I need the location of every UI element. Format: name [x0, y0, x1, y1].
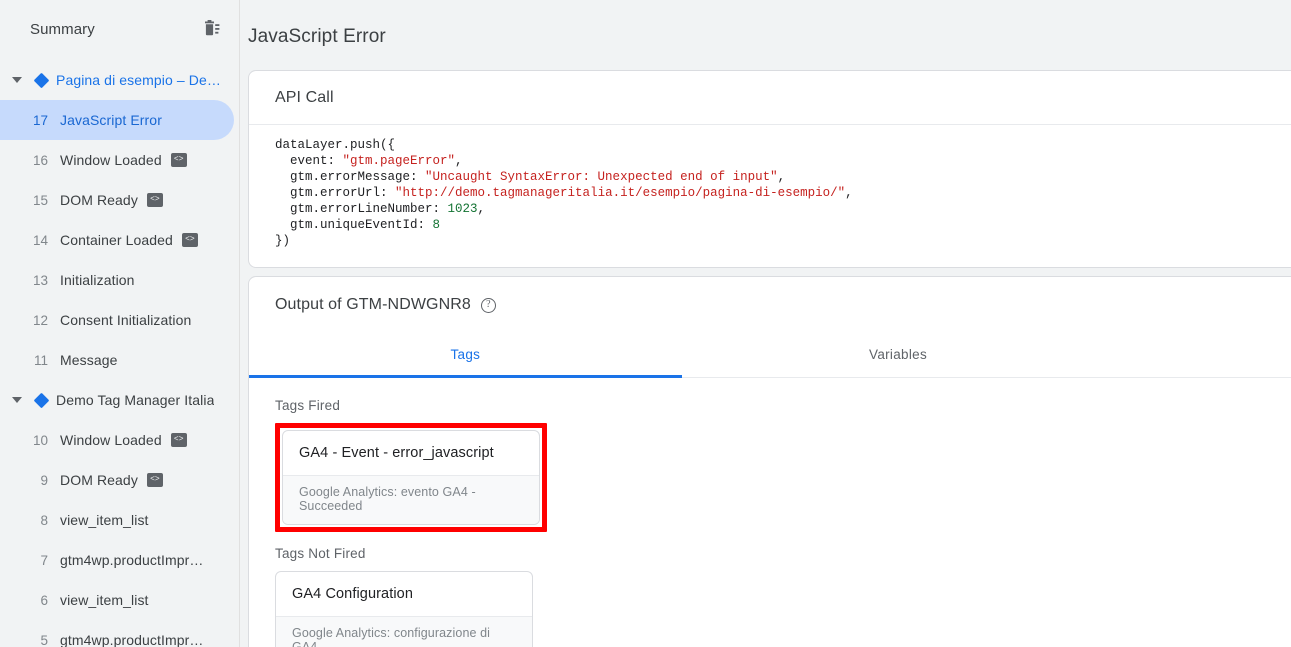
sidebar-item-window-loaded[interactable]: 16 Window Loaded <> [0, 140, 234, 180]
caret-down-icon[interactable] [6, 69, 28, 91]
event-list: Pagina di esempio – De… 17 JavaScript Er… [0, 58, 239, 647]
event-number: 8 [40, 512, 48, 528]
caret-down-icon[interactable] [6, 389, 28, 411]
output-card: Output of GTM-NDWGNR8 ? Tags Variables D… [248, 276, 1291, 647]
api-call-heading: API Call [249, 71, 1291, 125]
tag-status: Google Analytics: evento GA4 - Succeeded [283, 475, 539, 524]
event-number: 6 [40, 592, 48, 608]
code-brackets-icon: <> [146, 193, 163, 207]
diamond-icon [32, 71, 50, 89]
event-label: Initialization [60, 272, 135, 288]
sidebar-item-message[interactable]: 11 Message [0, 340, 234, 380]
event-number: 5 [40, 632, 48, 647]
tab-tags[interactable]: Tags [249, 333, 682, 378]
event-label: JavaScript Error [60, 112, 162, 128]
code-line: gtm.uniqueEventId: 8 [275, 218, 441, 232]
page-title: JavaScript Error [248, 26, 386, 47]
sidebar-item-dom-ready[interactable]: 15 DOM Ready <> [0, 180, 234, 220]
event-number: 12 [32, 312, 48, 328]
output-heading-row: Output of GTM-NDWGNR8 ? [249, 277, 1291, 333]
api-call-code: dataLayer.push({ event: "gtm.pageError",… [249, 125, 1291, 267]
event-label: view_item_list [60, 592, 149, 608]
tag-card-not-fired[interactable]: GA4 Configuration Google Analytics: conf… [275, 571, 533, 647]
event-number: 15 [32, 192, 48, 208]
output-tabs: Tags Variables Data Layer [249, 333, 1291, 378]
event-number: 13 [32, 272, 48, 288]
tags-not-fired-label: Tags Not Fired [275, 546, 366, 561]
code-line: gtm.errorMessage: "Uncaught SyntaxError:… [275, 170, 786, 184]
main-panel: JavaScript Error API Call dataLayer.push… [240, 0, 1291, 647]
sidebar-group-header[interactable]: Demo Tag Manager Italia [0, 380, 239, 420]
cards-container: API Call dataLayer.push({ event: "gtm.pa… [240, 70, 1291, 647]
tag-name: GA4 - Event - error_javascript [299, 445, 494, 461]
diamond-icon [32, 391, 50, 409]
output-heading: Output of GTM-NDWGNR8 [275, 296, 471, 313]
gtm-preview-window: Summary Pagina di esempio – De… 17 JavaS… [0, 0, 1291, 647]
tag-card-fired[interactable]: GA4 - Event - error_javascript Google An… [282, 430, 540, 525]
code-brackets-icon: <> [170, 433, 187, 447]
help-circle-icon[interactable]: ? [480, 297, 496, 313]
code-line: event: "gtm.pageError", [275, 154, 463, 168]
event-number: 7 [40, 552, 48, 568]
tab-variables[interactable]: Variables [682, 333, 1115, 377]
event-label: view_item_list [60, 512, 149, 528]
event-number: 9 [40, 472, 48, 488]
sidebar-header: Summary [0, 0, 239, 58]
sidebar-item-view-item-list[interactable]: 8 view_item_list [0, 500, 234, 540]
event-label: Container Loaded [60, 232, 173, 248]
code-brackets-icon: <> [170, 153, 187, 167]
event-number: 16 [32, 152, 48, 168]
event-label: Window Loaded [60, 432, 162, 448]
event-number: 11 [33, 352, 48, 368]
sidebar-item-dom-ready-2[interactable]: 9 DOM Ready <> [0, 460, 234, 500]
code-brackets-icon: <> [146, 473, 163, 487]
sidebar-item-window-loaded-2[interactable]: 10 Window Loaded <> [0, 420, 234, 460]
api-call-card: API Call dataLayer.push({ event: "gtm.pa… [248, 70, 1291, 268]
tags-tab-panel: Tags Fired GA4 - Event - error_javascrip… [249, 378, 1291, 647]
sidebar-item-javascript-error[interactable]: 17 JavaScript Error [0, 100, 234, 140]
event-label: gtm4wp.productImpres… [60, 552, 210, 568]
code-line: dataLayer.push({ [275, 138, 396, 152]
sidebar-item-consent-initialization[interactable]: 12 Consent Initialization [0, 300, 234, 340]
event-number: 17 [32, 112, 48, 128]
event-label: gtm4wp.productImpres… [60, 632, 210, 647]
event-label: DOM Ready [60, 472, 138, 488]
sidebar-item-container-loaded[interactable]: 14 Container Loaded <> [0, 220, 234, 260]
code-line: gtm.errorLineNumber: 1023, [275, 202, 486, 216]
tags-fired-label: Tags Fired [275, 398, 341, 413]
summary-sidebar: Summary Pagina di esempio – De… 17 JavaS… [0, 0, 240, 647]
sidebar-item-view-item-list-2[interactable]: 6 view_item_list [0, 580, 234, 620]
event-label: Consent Initialization [60, 312, 192, 328]
event-label: Message [60, 352, 118, 368]
sidebar-item-initialization[interactable]: 13 Initialization [0, 260, 234, 300]
code-line: gtm.errorUrl: "http://demo.tagmanagerita… [275, 186, 853, 200]
code-line: }) [275, 234, 291, 248]
tags-fired-highlight-box: GA4 - Event - error_javascript Google An… [275, 423, 547, 532]
event-label: DOM Ready [60, 192, 138, 208]
sidebar-item-product-impressions-2[interactable]: 5 gtm4wp.productImpres… [0, 620, 234, 647]
sidebar-title: Summary [30, 20, 95, 38]
event-number: 14 [32, 232, 48, 248]
code-brackets-icon: <> [181, 233, 198, 247]
sidebar-item-product-impressions[interactable]: 7 gtm4wp.productImpres… [0, 540, 234, 580]
main-header: JavaScript Error [240, 0, 1291, 70]
clear-events-trash-icon[interactable] [201, 18, 223, 40]
tab-data-layer[interactable]: Data Layer [1114, 333, 1291, 377]
tag-name: GA4 Configuration [292, 586, 413, 602]
tag-status: Google Analytics: configurazione di GA4 [276, 616, 532, 647]
sidebar-group-label: Pagina di esempio – De… [56, 72, 221, 88]
sidebar-group-label: Demo Tag Manager Italia [56, 392, 215, 408]
sidebar-group-header[interactable]: Pagina di esempio – De… [0, 60, 239, 100]
event-label: Window Loaded [60, 152, 162, 168]
event-number: 10 [32, 432, 48, 448]
